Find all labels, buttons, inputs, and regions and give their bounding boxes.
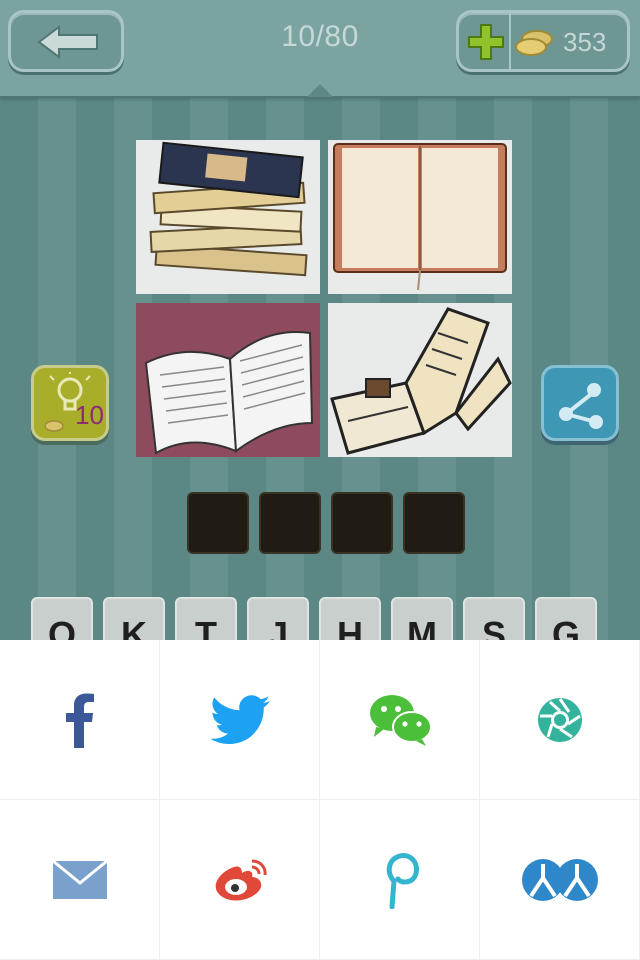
renren-icon (521, 858, 598, 901)
coins-icon (515, 29, 555, 62)
blank-notebook-image (328, 140, 512, 294)
share-twitter-button[interactable] (160, 640, 320, 800)
open-book-image (136, 303, 320, 457)
coin-count: 353 (563, 27, 607, 57)
share-pinterest-button[interactable] (320, 800, 480, 960)
answer-slot[interactable] (403, 492, 465, 554)
coin-balance: 353 (456, 10, 630, 72)
share-sheet (0, 640, 640, 960)
facebook-icon (65, 693, 94, 748)
email-icon (52, 860, 107, 899)
stacked-books-image (136, 140, 320, 294)
share-icon (559, 383, 603, 429)
twitter-icon (209, 694, 270, 744)
open-book-drawing-image (328, 303, 512, 457)
share-button[interactable] (541, 365, 619, 441)
hint-button[interactable]: 10 (31, 365, 109, 441)
hint-cost: 10 (75, 400, 104, 430)
share-renren-button[interactable] (480, 800, 640, 960)
share-weibo-button[interactable] (160, 800, 320, 960)
top-bar-notch (307, 84, 333, 97)
pinterest-icon (386, 852, 419, 909)
plus-icon (468, 24, 504, 60)
weibo-icon (215, 859, 267, 901)
wechat-moments-icon (537, 697, 582, 742)
add-coins-button[interactable] (467, 23, 505, 66)
share-moments-button[interactable] (480, 640, 640, 800)
share-email-button[interactable] (0, 800, 160, 960)
wechat-icon (369, 694, 432, 746)
share-wechat-button[interactable] (320, 640, 480, 800)
share-facebook-button[interactable] (0, 640, 160, 800)
answer-slot[interactable] (259, 492, 321, 554)
answer-slot[interactable] (187, 492, 249, 554)
coin-box-divider (509, 13, 511, 69)
answer-slot[interactable] (331, 492, 393, 554)
